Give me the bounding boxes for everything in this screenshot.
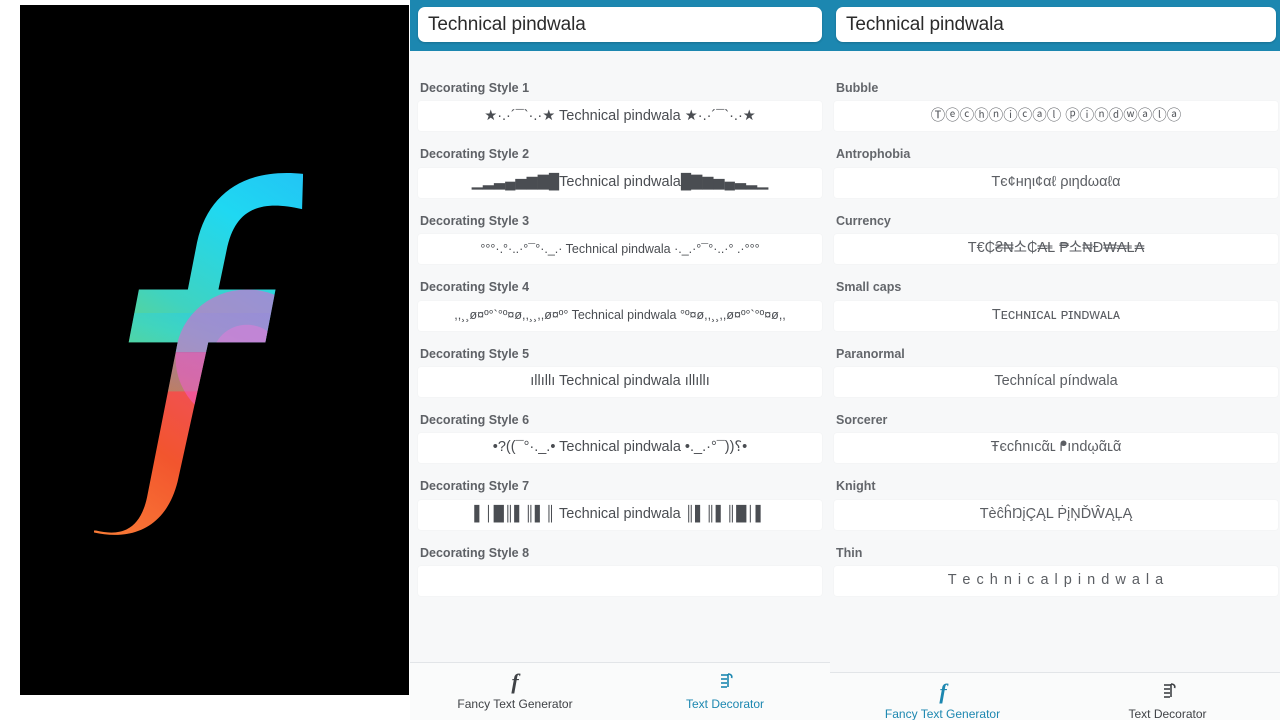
style-result-text: T e c h n i c a l p i n d w a l a	[947, 572, 1165, 589]
style-label: Decorating Style 6	[420, 412, 530, 427]
style-label: Decorating Style 1	[420, 81, 530, 95]
right-search-input[interactable]: Technical pindwala	[846, 15, 1004, 34]
style-result-text: •?((¯°·._.• Technical pindwala •._.·°¯))…	[492, 439, 748, 456]
style-label: Knight	[836, 479, 876, 494]
style-result-box[interactable]: Tᴇᴄʜɴɪᴄᴀʟ ᴘɪɴᴅᴡᴀʟᴀ	[834, 300, 1278, 331]
style-label: Bubble	[836, 81, 879, 95]
left-search-header: Technical pindwala	[410, 0, 830, 51]
style-result-box[interactable]: Ŧєcɦnıcᾶʟ ᖰındῳᾶʟᾶ	[834, 433, 1278, 464]
style-result-text: ▁▂▃▄▅▆▇█Technical pindwala█▇▆▅▄▃▂▁	[471, 173, 769, 190]
style-group: Currency T€₵₴₦소₵₳Ⱡ ₱소₦Đ₩₳Ⱡ₳	[834, 213, 1278, 265]
style-result-text: Ŧєcɦnıcᾶʟ ᖰındῳᾶʟᾶ	[990, 439, 1122, 456]
style-label: Decorating Style 2	[420, 147, 530, 162]
style-result-text: TèĉĥŊįÇĄL ṖįŅĎŴĄĻĄ	[979, 505, 1133, 522]
style-label: Thin	[836, 545, 863, 560]
style-result-text: ,,¸¸ø¤º°`°º¤ø,,¸¸,,ø¤º° Technical pindwa…	[454, 308, 786, 323]
music-note-icon	[712, 669, 738, 695]
style-group: Small caps Tᴇᴄʜɴɪᴄᴀʟ ᴘɪɴᴅᴡᴀʟᴀ	[834, 280, 1278, 331]
style-label: Sorcerer	[836, 412, 888, 427]
panel-text-decorator: Technical pindwala Decorating Style 1 ★·…	[410, 0, 830, 720]
style-result-box[interactable]: T€₵₴₦소₵₳Ⱡ ₱소₦Đ₩₳Ⱡ₳	[834, 234, 1278, 265]
style-result-box[interactable]: ▁▂▃▄▅▆▇█Technical pindwala█▇▆▅▄▃▂▁	[418, 167, 822, 198]
style-group: Paranormal Technícal píndwala	[834, 347, 1278, 397]
style-group: Knight TèĉĥŊįÇĄL ṖįŅĎŴĄĻĄ	[834, 479, 1278, 530]
style-result-text: °°°·.°·..·°¯°·._.· Technical pindwala ·.…	[480, 241, 760, 256]
tab-label: Text Decorator	[685, 697, 765, 711]
tab-fancy-text-generator[interactable]: f Fancy Text Generator	[830, 679, 1055, 720]
style-result-box[interactable]: Technícal píndwala	[834, 366, 1278, 397]
app-panels: Technical pindwala Decorating Style 1 ★·…	[410, 0, 1280, 720]
tab-text-decorator[interactable]: Text Decorator	[620, 669, 830, 711]
music-note-icon	[1155, 679, 1181, 705]
style-result-box[interactable]: ,,¸¸ø¤º°`°º¤ø,,¸¸,,ø¤º° Technical pindwa…	[418, 300, 822, 331]
style-result-text: Tє¢нηι¢αℓ ριηdωαℓα	[991, 173, 1121, 190]
style-group: Thin T e c h n i c a l p i n d w a l a	[834, 546, 1278, 596]
style-result-text: ıllıllı Technical pindwala ıllıllı	[530, 373, 710, 390]
style-group: Bubble Ⓣⓔⓒⓗⓝⓘⓒⓐⓛ ⓟⓘⓝⓓⓦⓐⓛⓐ	[834, 81, 1278, 132]
style-result-box[interactable]	[418, 566, 822, 596]
right-search-header: Technical pindwala	[830, 0, 1280, 51]
style-group: Decorating Style 5 ıllıllı Technical pin…	[418, 347, 822, 397]
italic-f-icon: f	[502, 669, 528, 695]
app-logo	[80, 160, 350, 540]
style-result-box[interactable]: •?((¯°·._.• Technical pindwala •._.·°¯))…	[418, 433, 822, 464]
right-style-list[interactable]: Bubble Ⓣⓔⓒⓗⓝⓘⓒⓐⓛ ⓟⓘⓝⓓⓦⓐⓛⓐ Antrophobia Tє…	[830, 51, 1280, 720]
style-result-box[interactable]: T e c h n i c a l p i n d w a l a	[834, 566, 1278, 596]
panel-fancy-text-generator: Technical pindwala Bubble Ⓣⓔⓒⓗⓝⓘⓒⓐⓛ ⓟⓘⓝⓓ…	[830, 0, 1280, 720]
style-group: Decorating Style 1 ★·.·´¯`·.·★ Technical…	[418, 81, 822, 132]
style-group: Decorating Style 3 °°°·.°·..·°¯°·._.· Te…	[418, 213, 822, 265]
style-group: Decorating Style 8	[418, 546, 822, 596]
style-label: Decorating Style 7	[420, 479, 530, 494]
style-result-box[interactable]: ▌│█║▌║▌║ Technical pindwala ║▌║▌║█│▌	[418, 499, 822, 530]
style-label: Antrophobia	[836, 147, 911, 162]
tab-fancy-text-generator[interactable]: f Fancy Text Generator	[410, 669, 620, 711]
style-group: Decorating Style 6 •?((¯°·._.• Technical…	[418, 412, 822, 464]
tab-text-decorator[interactable]: Text Decorator	[1055, 679, 1280, 720]
style-label: Small caps	[836, 280, 902, 295]
left-style-list[interactable]: Decorating Style 1 ★·.·´¯`·.·★ Technical…	[410, 51, 830, 720]
style-result-text: Tᴇᴄʜɴɪᴄᴀʟ ᴘɪɴᴅᴡᴀʟᴀ	[991, 306, 1121, 323]
style-group: Antrophobia Tє¢нηι¢αℓ ριηdωαℓα	[834, 147, 1278, 198]
app-icon-stage	[0, 0, 410, 720]
style-result-box[interactable]: Ⓣⓔⓒⓗⓝⓘⓒⓐⓛ ⓟⓘⓝⓓⓦⓐⓛⓐ	[834, 101, 1278, 132]
style-group: Decorating Style 2 ▁▂▃▄▅▆▇█Technical pin…	[418, 147, 822, 198]
style-label: Decorating Style 4	[420, 280, 530, 295]
italic-f-icon: f	[930, 679, 956, 705]
style-result-box[interactable]: Tє¢нηι¢αℓ ριηdωαℓα	[834, 167, 1278, 198]
style-group: Sorcerer Ŧєcɦnıcᾶʟ ᖰındῳᾶʟᾶ	[834, 412, 1278, 464]
style-result-text: ★·.·´¯`·.·★ Technical pindwala ★·.·´¯`·.…	[484, 107, 756, 124]
style-label: Decorating Style 8	[420, 545, 530, 560]
tab-label: Text Decorator	[1128, 707, 1207, 720]
style-label: Paranormal	[836, 346, 905, 361]
style-result-text: ▌│█║▌║▌║ Technical pindwala ║▌║▌║█│▌	[474, 505, 766, 522]
svg-text:f: f	[939, 680, 949, 704]
right-search-box[interactable]: Technical pindwala	[836, 7, 1276, 42]
svg-text:f: f	[511, 670, 521, 694]
style-label: Decorating Style 3	[420, 213, 530, 228]
style-result-box[interactable]: TèĉĥŊįÇĄL ṖįŅĎŴĄĻĄ	[834, 499, 1278, 530]
gradient-f-icon	[93, 172, 303, 535]
style-result-box[interactable]: ıllıllı Technical pindwala ıllıllı	[418, 366, 822, 397]
style-result-box[interactable]: ★·.·´¯`·.·★ Technical pindwala ★·.·´¯`·.…	[418, 101, 822, 132]
left-search-input[interactable]: Technical pindwala	[428, 15, 586, 34]
app-icon-card	[20, 5, 409, 695]
style-group: Decorating Style 4 ,,¸¸ø¤º°`°º¤ø,,¸¸,,ø¤…	[418, 280, 822, 331]
tab-label: Fancy Text Generator	[884, 707, 1001, 720]
style-label: Currency	[836, 213, 891, 228]
style-result-text: Ⓣⓔⓒⓗⓝⓘⓒⓐⓛ ⓟⓘⓝⓓⓦⓐⓛⓐ	[930, 107, 1182, 124]
screen-root: Technical pindwala Decorating Style 1 ★·…	[0, 0, 1280, 720]
tab-label: Fancy Text Generator	[457, 697, 573, 711]
style-result-text: T€₵₴₦소₵₳Ⱡ ₱소₦Đ₩₳Ⱡ₳	[967, 240, 1145, 257]
style-result-text: Technícal píndwala	[994, 373, 1118, 390]
style-label: Decorating Style 5	[420, 346, 530, 361]
left-search-box[interactable]: Technical pindwala	[418, 7, 822, 42]
left-bottom-tabbar: f Fancy Text Generator Text Decorator	[410, 662, 830, 720]
style-result-box[interactable]: °°°·.°·..·°¯°·._.· Technical pindwala ·.…	[418, 234, 822, 265]
right-bottom-tabbar: f Fancy Text Generator Text Decorator	[830, 672, 1280, 720]
style-group: Decorating Style 7 ▌│█║▌║▌║ Technical pi…	[418, 479, 822, 530]
